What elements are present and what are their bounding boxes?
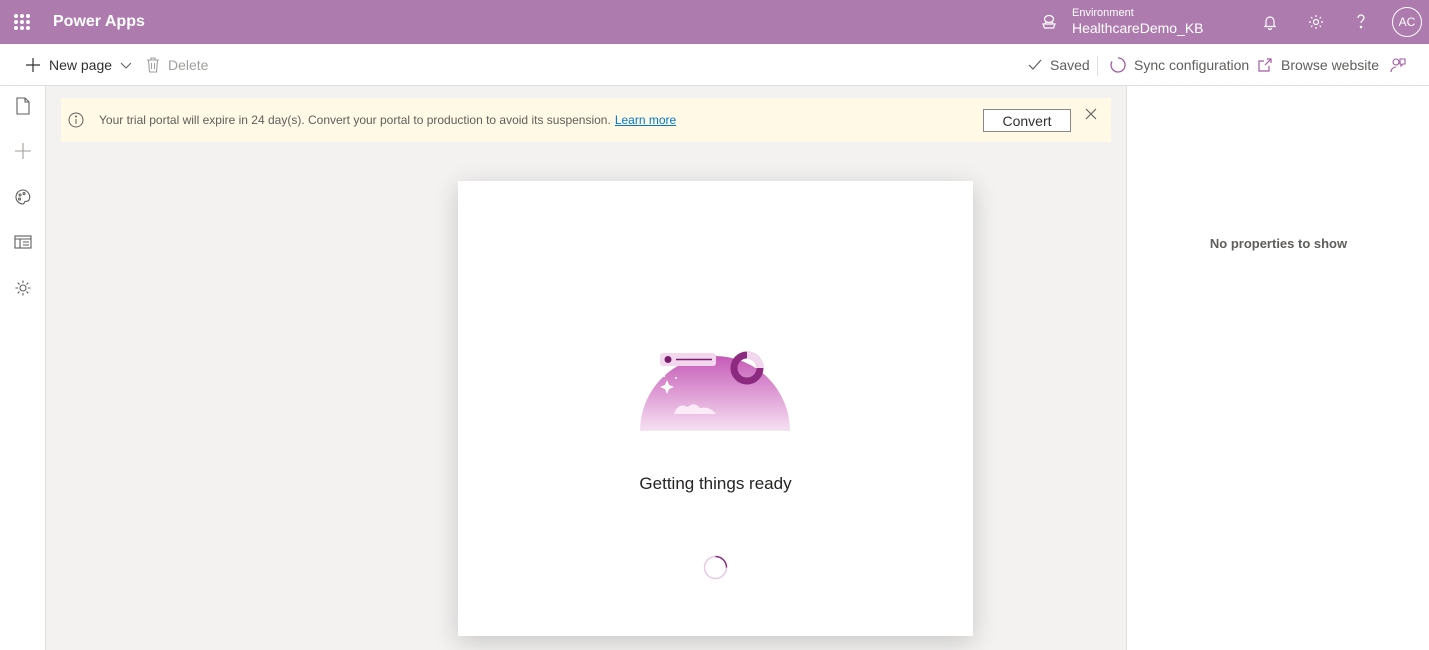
avatar[interactable]: AC bbox=[1392, 7, 1422, 37]
banner-close-button[interactable] bbox=[1083, 106, 1099, 122]
environment-name: HealthcareDemo_KB bbox=[1072, 20, 1204, 37]
help-icon bbox=[1357, 14, 1365, 29]
spinner-icon bbox=[703, 555, 728, 580]
browse-label: Browse website bbox=[1281, 57, 1380, 73]
sync-icon bbox=[1110, 57, 1126, 73]
loading-title: Getting things ready bbox=[639, 474, 792, 493]
learn-more-link[interactable]: Learn more bbox=[615, 113, 676, 127]
command-bar: New page Delete Saved Sync configuration… bbox=[0, 44, 1429, 86]
waffle-icon bbox=[14, 14, 30, 30]
banner-message: Your trial portal will expire in 24 day(… bbox=[99, 113, 611, 127]
feedback-button[interactable] bbox=[1390, 44, 1406, 86]
plus-icon bbox=[26, 58, 40, 72]
pages-tab[interactable] bbox=[0, 86, 46, 126]
add-icon bbox=[15, 143, 31, 159]
sync-configuration-button[interactable]: Sync configuration bbox=[1110, 44, 1249, 86]
left-rail bbox=[0, 86, 46, 650]
notifications-button[interactable] bbox=[1248, 0, 1292, 44]
app-launcher-button[interactable] bbox=[0, 0, 44, 44]
info-icon bbox=[68, 112, 84, 128]
loading-illustration bbox=[640, 351, 790, 431]
templates-icon bbox=[14, 235, 32, 249]
environment-icon bbox=[1042, 14, 1056, 29]
themes-tab[interactable] bbox=[0, 177, 46, 217]
environment-label: Environment bbox=[1072, 7, 1134, 20]
feedback-icon bbox=[1390, 58, 1406, 73]
bell-icon bbox=[1263, 16, 1277, 30]
convert-button[interactable]: Convert bbox=[983, 109, 1071, 132]
browse-website-button[interactable]: Browse website bbox=[1257, 44, 1379, 86]
sync-label: Sync configuration bbox=[1134, 57, 1250, 73]
saved-label: Saved bbox=[1050, 57, 1090, 73]
saved-status: Saved bbox=[1028, 44, 1090, 86]
delete-label: Delete bbox=[168, 57, 209, 73]
loading-dialog: Getting things ready bbox=[458, 181, 973, 636]
trash-icon bbox=[147, 57, 159, 73]
theme-icon bbox=[15, 189, 31, 205]
chevron-down-icon bbox=[120, 62, 132, 69]
settings-tab[interactable] bbox=[0, 268, 46, 308]
trial-banner: Your trial portal will expire in 24 day(… bbox=[61, 98, 1111, 142]
help-button[interactable] bbox=[1339, 0, 1383, 44]
app-name[interactable]: Power Apps bbox=[53, 13, 145, 31]
settings-button[interactable] bbox=[1294, 0, 1338, 44]
close-icon bbox=[1085, 108, 1097, 120]
toolbar-divider bbox=[1097, 56, 1098, 76]
pages-icon bbox=[16, 97, 30, 115]
settings-icon bbox=[15, 280, 31, 296]
environment-picker[interactable]: Environment HealthcareDemo_KB bbox=[1040, 0, 1204, 44]
checkmark-icon bbox=[1028, 59, 1042, 70]
top-header: Power Apps Environment HealthcareDemo_KB… bbox=[0, 0, 1429, 44]
properties-panel: No properties to show bbox=[1126, 86, 1429, 650]
open-external-icon bbox=[1258, 58, 1272, 72]
no-properties-text: No properties to show bbox=[1209, 236, 1348, 251]
gear-icon bbox=[1309, 15, 1323, 29]
templates-tab[interactable] bbox=[0, 222, 46, 262]
add-component-tab[interactable] bbox=[0, 131, 46, 171]
delete-button[interactable]: Delete bbox=[146, 44, 208, 86]
new-page-label: New page bbox=[49, 57, 113, 73]
new-page-button[interactable]: New page bbox=[25, 44, 132, 86]
